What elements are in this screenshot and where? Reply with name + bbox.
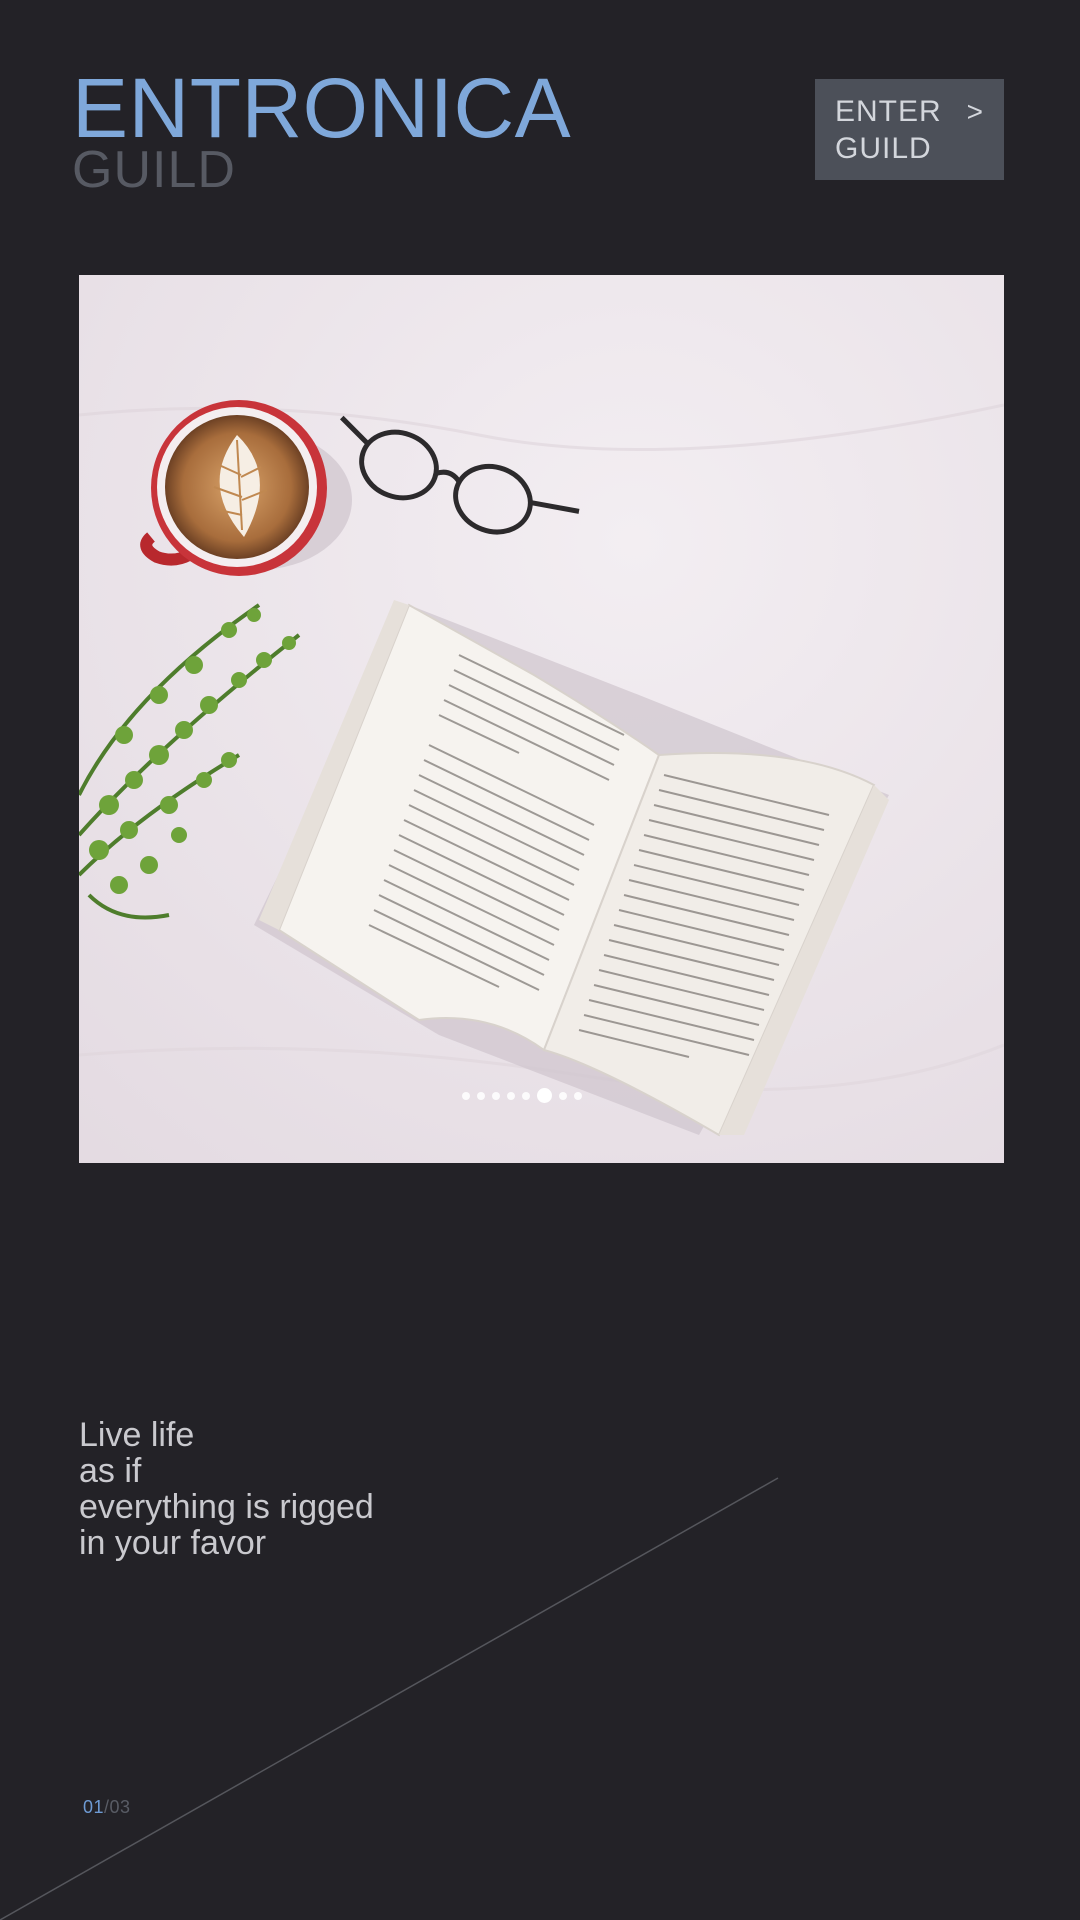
hero-image [79, 275, 1004, 1163]
quote-line: Live life [79, 1416, 195, 1454]
slide-dot[interactable] [476, 1091, 485, 1100]
enter-button-label-line1: ENTER [835, 95, 942, 128]
enter-guild-button[interactable]: ENTER > GUILD [815, 79, 1004, 180]
slide-dot[interactable] [461, 1091, 470, 1100]
slide-indicator-dots [79, 1088, 984, 1103]
quote-line: in your favor [79, 1524, 267, 1562]
quote-text: Live life as if everything is rigged in … [79, 1417, 579, 1561]
slide-dot[interactable] [573, 1091, 582, 1100]
slide-dot[interactable] [506, 1091, 515, 1100]
slide-dot[interactable] [491, 1091, 500, 1100]
slide-dot[interactable] [558, 1091, 567, 1100]
page: ENTRONICA GUILD ENTER > GUILD Live life … [0, 0, 1080, 1920]
slide-dot[interactable] [536, 1088, 552, 1103]
pager-current: 01 [83, 1797, 105, 1817]
quote-line: everything is rigged [79, 1488, 374, 1526]
quote-line: as if [79, 1452, 142, 1490]
chevron-right-icon: > [966, 96, 984, 127]
brand-logo[interactable]: ENTRONICA GUILD [72, 66, 571, 196]
enter-button-label-line2: GUILD [835, 132, 932, 165]
slide-pager: 01/03 [83, 1797, 131, 1818]
pager-total: 03 [109, 1797, 131, 1817]
slide-dot[interactable] [521, 1091, 530, 1100]
brand-title: ENTRONICA [72, 61, 572, 155]
hero-photo-illustration [79, 275, 1004, 1163]
